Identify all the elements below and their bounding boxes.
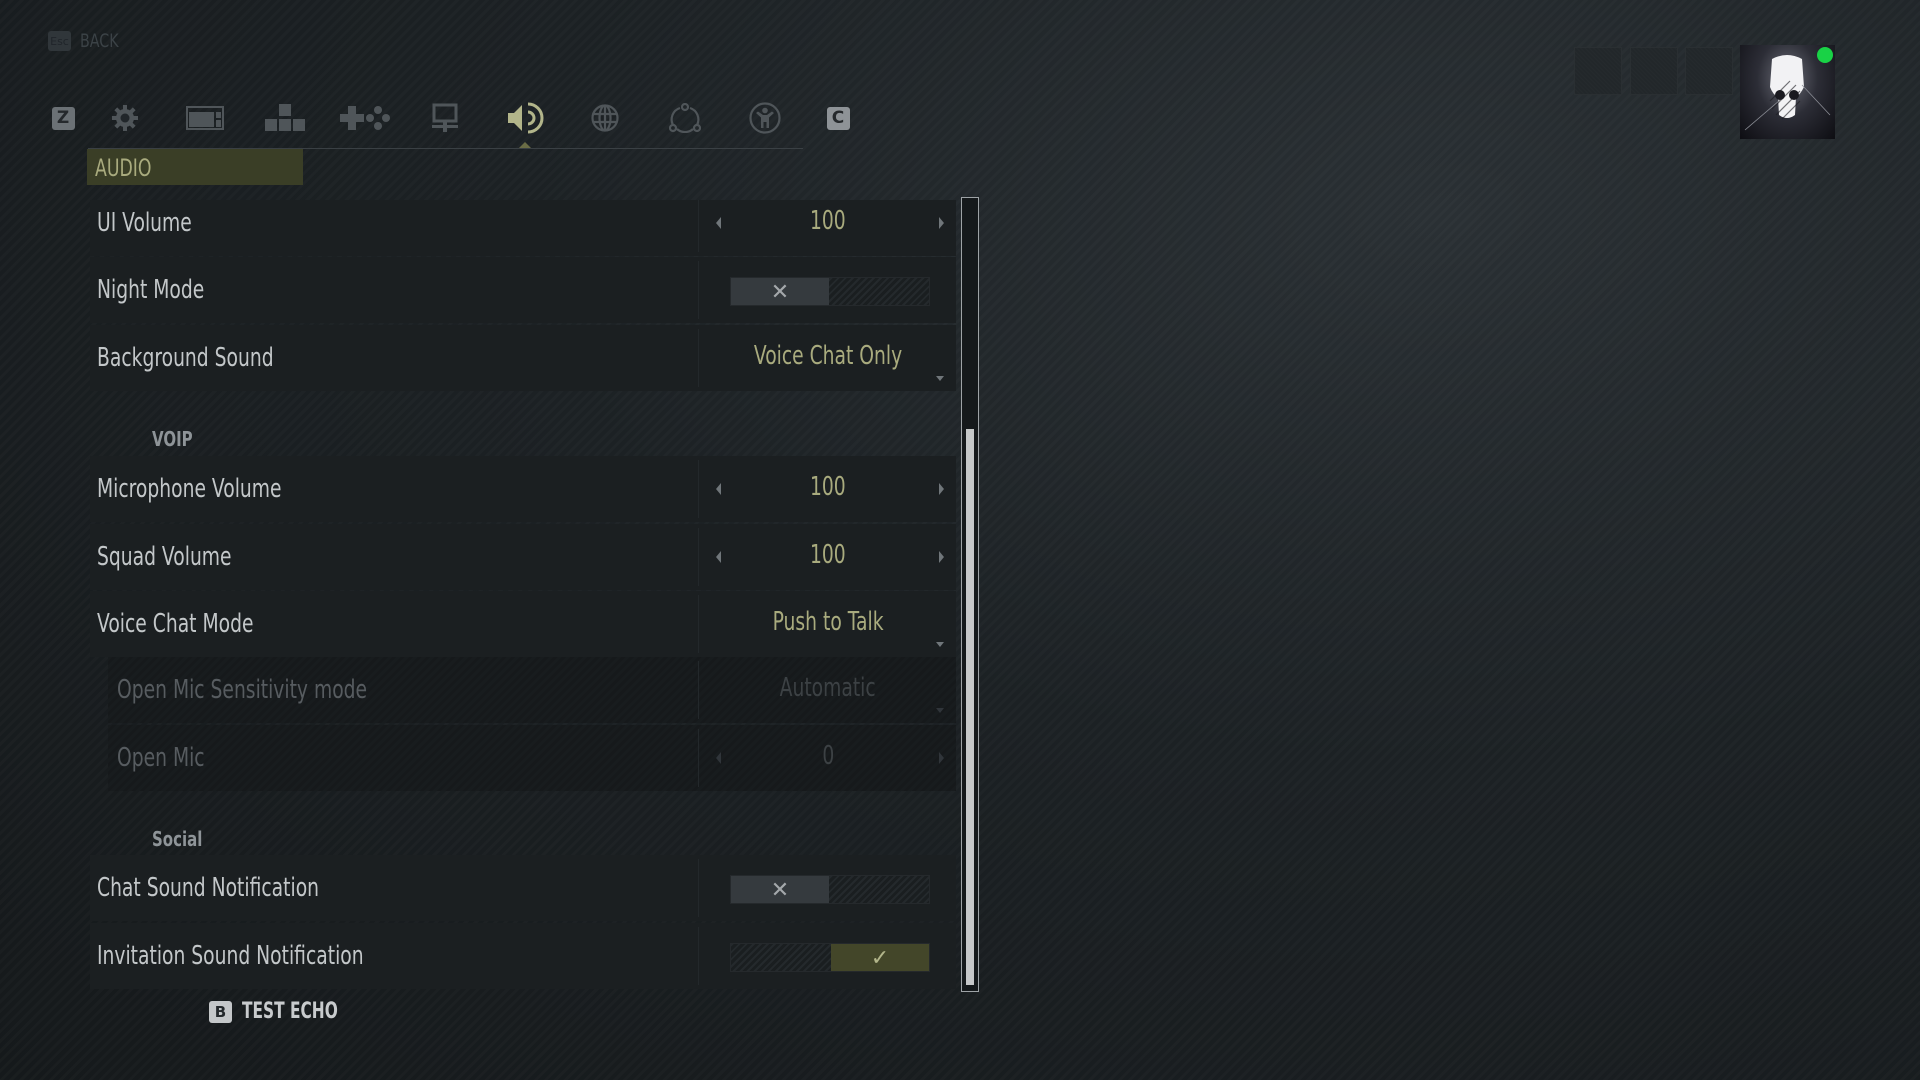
online-status-indicator [1817, 47, 1833, 63]
setting-row-open-mic: Open Mic 0 [108, 725, 956, 791]
setting-label: Microphone Volume [97, 474, 282, 504]
empty-squad-slot[interactable] [1630, 47, 1678, 95]
setting-label: Squad Volume [97, 542, 232, 572]
section-title: AUDIO [95, 154, 152, 182]
setting-value: 0 [822, 741, 834, 771]
tab-accessibility[interactable] [740, 95, 790, 141]
tab-interface[interactable] [420, 95, 470, 141]
network-icon [669, 103, 701, 133]
setting-value: 100 [810, 540, 846, 570]
z-key-icon: Z [51, 106, 75, 130]
chevron-right-icon[interactable] [939, 217, 944, 229]
setting-row-invitation-sound-notification[interactable]: Invitation Sound Notification ✓ [90, 923, 956, 989]
setting-value: Automatic [779, 673, 877, 703]
active-tab-indicator [519, 142, 531, 148]
caret-down-icon [936, 708, 944, 713]
voice-chat-mode-dropdown[interactable]: Push to Talk [698, 595, 956, 653]
setting-value: Push to Talk [772, 607, 884, 637]
setting-label: Chat Sound Notification [97, 873, 320, 903]
group-title-voip: VOIP [152, 427, 193, 451]
caret-down-icon [936, 376, 944, 381]
setting-value: 100 [810, 206, 846, 236]
setting-row-ui-volume[interactable]: UI Volume 100 [90, 200, 956, 256]
c-key-icon: C [826, 106, 850, 130]
setting-label: Invitation Sound Notification [97, 941, 364, 971]
gear-icon [112, 105, 138, 131]
back-label: BACK [80, 30, 119, 52]
tab-next-key[interactable]: C [813, 95, 863, 141]
settings-tab-bar: Z C [40, 95, 900, 141]
open-mic-sensitivity-dropdown: Automatic [698, 661, 956, 719]
back-button[interactable]: Esc BACK [48, 30, 131, 52]
empty-squad-slot[interactable] [1574, 47, 1622, 95]
arrow-keys-icon [265, 104, 305, 131]
squad-volume-stepper[interactable]: 100 [698, 528, 956, 586]
microphone-volume-stepper[interactable]: 100 [698, 460, 956, 518]
chevron-right-icon [939, 752, 944, 764]
monitor-icon [432, 103, 458, 132]
ui-volume-stepper[interactable]: 100 [698, 200, 956, 252]
accessibility-icon [749, 102, 781, 134]
tab-general[interactable] [100, 95, 150, 141]
close-icon: ✕ [770, 278, 790, 304]
setting-row-microphone-volume[interactable]: Microphone Volume 100 [90, 456, 956, 522]
open-mic-stepper: 0 [698, 729, 956, 787]
setting-row-squad-volume[interactable]: Squad Volume 100 [90, 524, 956, 590]
tab-controller[interactable] [340, 95, 390, 141]
esc-key-icon: Esc [48, 31, 71, 51]
speaker-icon [508, 102, 544, 134]
tab-social[interactable] [660, 95, 710, 141]
test-echo-button[interactable]: B TEST ECHO [209, 999, 379, 1024]
test-echo-label: TEST ECHO [242, 999, 338, 1024]
tab-audio[interactable] [500, 95, 550, 141]
tab-language[interactable] [580, 95, 630, 141]
section-header-audio: AUDIO [87, 149, 303, 185]
chevron-right-icon[interactable] [939, 483, 944, 495]
gamepad-icon [340, 106, 390, 130]
close-icon: ✕ [770, 876, 790, 902]
setting-row-background-sound[interactable]: Background Sound Voice Chat Only [90, 325, 956, 391]
tab-keyboard[interactable] [260, 95, 310, 141]
night-mode-toggle[interactable]: ✕ [730, 277, 930, 306]
settings-list: UI Volume 100 Night Mode ✕ Background So… [90, 200, 956, 992]
background-sound-dropdown[interactable]: Voice Chat Only [698, 329, 956, 387]
setting-row-night-mode[interactable]: Night Mode ✕ [90, 257, 956, 323]
setting-label: UI Volume [97, 208, 192, 238]
setting-row-chat-sound-notification[interactable]: Chat Sound Notification ✕ [90, 855, 956, 921]
display-window-icon [186, 106, 224, 130]
chat-sound-notification-toggle[interactable]: ✕ [730, 875, 930, 904]
group-title-social: Social [152, 827, 203, 851]
setting-value: 100 [810, 472, 846, 502]
tab-prev-key[interactable]: Z [38, 95, 88, 141]
setting-label: Open Mic Sensitivity mode [117, 675, 368, 705]
caret-down-icon [936, 642, 944, 647]
check-icon: ✓ [870, 944, 890, 970]
chevron-right-icon[interactable] [939, 551, 944, 563]
setting-row-open-mic-sensitivity-mode: Open Mic Sensitivity mode Automatic [108, 657, 956, 723]
setting-label: Open Mic [117, 743, 205, 773]
setting-row-voice-chat-mode[interactable]: Voice Chat Mode Push to Talk [90, 591, 956, 657]
setting-label: Voice Chat Mode [97, 609, 254, 639]
b-key-icon: B [209, 1000, 232, 1023]
globe-icon [591, 104, 619, 132]
setting-value: Voice Chat Only [753, 341, 903, 371]
scrollbar-track[interactable] [961, 197, 979, 992]
setting-label: Background Sound [97, 343, 274, 373]
empty-squad-slot[interactable] [1685, 47, 1733, 95]
setting-label: Night Mode [97, 275, 205, 305]
tab-display[interactable] [180, 95, 230, 141]
invitation-sound-notification-toggle[interactable]: ✓ [730, 943, 930, 972]
scrollbar-thumb[interactable] [966, 429, 974, 985]
